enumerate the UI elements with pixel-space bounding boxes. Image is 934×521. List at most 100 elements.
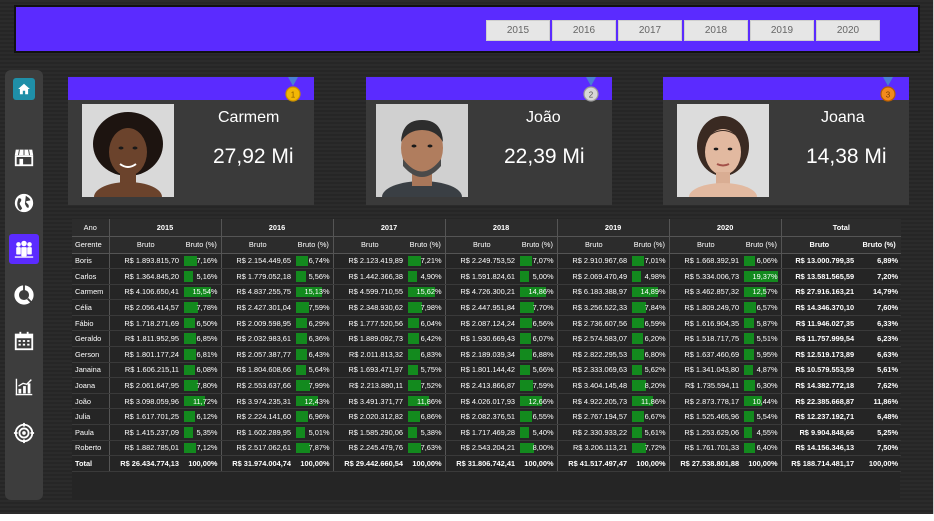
donut-chart-icon[interactable] (9, 280, 39, 310)
ano-header: Ano (72, 219, 109, 237)
bruto-cell: R$ 2.123.419,89 (332, 253, 407, 270)
bruto-pct-cell: 6,88% (518, 346, 558, 363)
bruto-pct-cell: 15,13% (294, 284, 334, 301)
pct-text: 5,51% (756, 334, 778, 344)
pct-text: 5,54% (756, 412, 778, 422)
bar-chart-icon[interactable] (9, 372, 39, 402)
total-header: Total (780, 219, 902, 237)
bruto-cell: R$ 3.974.235,31 (220, 393, 295, 410)
bruto-pct-header: Bruto (%) (406, 236, 446, 254)
pct-text: 5,01% (308, 427, 330, 437)
bruto-cell: R$ 3.462.857,32 (668, 284, 743, 301)
target-icon[interactable] (9, 418, 39, 448)
bruto-cell: R$ 1.801.144,42 (444, 362, 519, 379)
pct-bar (184, 317, 196, 329)
bruto-pct-cell: 6,67% (630, 408, 670, 426)
year-button-2016[interactable]: 2016 (552, 20, 616, 41)
bruto-pct-cell: 11,86% (406, 393, 446, 410)
bruto-pct-cell: 14,86% (518, 284, 558, 301)
pct-bar (296, 427, 305, 438)
pct-text: 12,66% (528, 396, 554, 406)
bruto-pct-cell: 6,29% (294, 315, 334, 332)
pct-bar (520, 333, 531, 345)
bruto-pct-cell: 11,86% (630, 393, 670, 410)
bruto-cell: R$ 2.082.376,51 (444, 408, 519, 426)
year-button-2017[interactable]: 2017 (618, 20, 682, 41)
bruto-pct-cell: 5,38% (406, 424, 446, 441)
bruto-cell: R$ 2.910.967,68 (556, 253, 631, 270)
pct-bar (184, 349, 196, 360)
bruto-cell: R$ 1.637.460,69 (668, 346, 743, 363)
year-button-2015[interactable]: 2015 (486, 20, 550, 41)
manager-name: João (526, 109, 561, 126)
bruto-cell: R$ 3.256.522,33 (556, 299, 631, 316)
pct-text: 14,86% (528, 287, 554, 297)
manager-cell: Total (72, 455, 109, 472)
pct-bar (296, 271, 306, 282)
bruto-pct-cell: 5,01% (294, 424, 334, 441)
pct-text: 100,00% (188, 459, 218, 469)
pct-text: 7,01% (644, 256, 666, 266)
bruto-cell: R$ 1.804.608,66 (220, 362, 295, 379)
year-button-2019[interactable]: 2019 (750, 20, 814, 41)
top-manager-card-3: 3 Joana 14,38 Mi (663, 77, 909, 205)
manager-cell: João (72, 393, 109, 410)
bruto-cell: R$ 2.154.449,65 (220, 253, 295, 270)
bruto-pct-cell: 6,56% (518, 315, 558, 332)
pct-text: 7,87% (308, 443, 330, 453)
year-header-row: Ano 2015 2016 2017 2018 2019 2020 Total (72, 219, 902, 237)
bruto-cell: R$ 4.599.710,55 (332, 284, 407, 301)
pct-text: 5,40% (532, 427, 554, 437)
table-row: Carlos R$ 1.364.845,20 5,16% R$ 1.779.052,1… (72, 268, 902, 285)
pct-text: 6,83% (420, 349, 442, 359)
year-button-2020[interactable]: 2020 (816, 20, 880, 41)
bruto-pct-cell: 7,59% (518, 377, 558, 394)
bruto-pct-cell: 100,00% (742, 455, 782, 472)
bruto-pct-cell: 5,87% (742, 315, 782, 332)
pct-text: 5,64% (308, 365, 330, 375)
pct-text: 6,43% (308, 349, 330, 359)
bruto-pct-cell: 5,54% (742, 408, 782, 426)
bruto-cell: R$ 1.801.177,24 (108, 346, 182, 363)
pct-bar (408, 442, 422, 454)
table-row: Joana R$ 2.061.647,95 7,80% R$ 2.553.637,66… (72, 377, 902, 394)
pct-text: 14,89% (640, 287, 666, 297)
people-icon[interactable] (9, 234, 39, 264)
store-icon[interactable] (9, 142, 39, 172)
bruto-cell: R$ 2.330.933,22 (556, 424, 631, 441)
home-icon[interactable] (13, 78, 35, 100)
pct-text: 7,59% (308, 303, 330, 313)
bruto-cell: R$ 31.974.004,74 (220, 455, 295, 472)
globe-icon[interactable] (9, 188, 39, 218)
pct-text: 6,88% (532, 349, 554, 359)
bruto-pct-cell: 4,55% (742, 424, 782, 441)
bruto-pct-cell: 15,62% (406, 284, 446, 301)
year-button-2018[interactable]: 2018 (684, 20, 748, 41)
pct-bar (296, 349, 308, 360)
pct-text: 7,99% (308, 381, 330, 391)
calendar-icon[interactable] (9, 326, 39, 356)
bruto-cell: R$ 2.249.753,52 (444, 253, 519, 270)
pct-text: 6,40% (756, 443, 778, 453)
pct-text: 15,62% (416, 287, 442, 297)
bruto-pct-cell: 100,00% (518, 455, 558, 472)
pct-bar (296, 364, 306, 376)
bruto-cell: R$ 2.736.607,56 (556, 315, 631, 332)
table-row: Gerson R$ 1.801.177,24 6,81% R$ 2.057.387,7… (72, 346, 902, 363)
bruto-cell: R$ 1.364.845,20 (108, 268, 182, 285)
total-bruto-cell: R$ 14.382.772,18 (780, 377, 858, 394)
pct-text: 7,21% (420, 256, 442, 266)
bruto-cell: R$ 1.779.052,18 (220, 268, 295, 285)
bruto-cell: R$ 2.009.598,95 (220, 315, 295, 332)
total-bruto-cell: R$ 11.946.027,35 (780, 315, 858, 332)
bruto-pct-cell: 6,07% (518, 330, 558, 348)
bruto-cell: R$ 6.183.388,97 (556, 284, 631, 301)
bruto-cell: R$ 2.822.295,53 (556, 346, 631, 363)
pct-text: 7,98% (420, 303, 442, 313)
bruto-pct-cell: 7,72% (630, 440, 670, 457)
total-bruto-cell: R$ 188.714.481,17 (780, 455, 858, 472)
pct-bar (408, 427, 418, 438)
bruto-pct-cell: 5,64% (294, 362, 334, 379)
bruto-pct-cell: 6,74% (294, 253, 334, 270)
manager-photo (376, 104, 468, 197)
